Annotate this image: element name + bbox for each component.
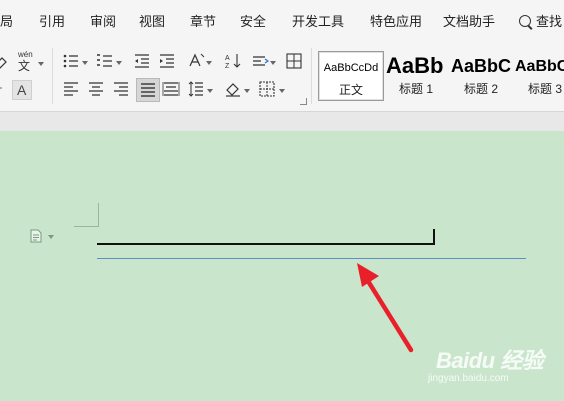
ribbon-separator [52,48,53,104]
tab-references[interactable]: 引用 [39,14,65,30]
numbered-list-caret[interactable] [116,61,122,65]
bullet-list-caret[interactable] [82,61,88,65]
increase-indent-icon[interactable] [158,52,176,70]
border-caret[interactable] [279,89,285,93]
justify-button[interactable] [136,78,160,102]
style-heading-3-name: 标题 3 [528,82,563,96]
style-normal-sample: AaBbCcDd [323,62,379,74]
bullet-list-icon[interactable] [62,52,80,70]
watermark-brand: Baidu 经验 [436,348,544,373]
text-direction-icon[interactable] [187,52,205,70]
align-center-icon[interactable] [87,80,105,98]
phonetic-char-label: 文 [18,59,31,73]
line-spacing-icon[interactable] [187,80,205,98]
ribbon: 布局 引用 审阅 视图 章节 安全 开发工具 特色应用 文档助手 查找 wén … [0,0,564,111]
border-icon[interactable] [258,80,276,98]
baidu-watermark: Baidu 经验 jingyan.baidu.com [428,343,548,388]
style-normal[interactable]: AaBbCcDd 正文 [318,51,384,101]
tab-security[interactable]: 安全 [240,14,266,30]
justify-icon [141,83,155,97]
sort-az-icon[interactable]: AZ [224,52,242,70]
style-heading-1[interactable]: AaBb 标题 1 [384,51,448,99]
phonetic-guide-button[interactable]: wén 文 [16,50,36,73]
style-heading-2-name: 标题 2 [463,82,498,96]
numbered-list-icon[interactable] [96,52,114,70]
tab-search[interactable]: 查找 [536,14,562,30]
margin-corner-mark [74,203,99,227]
decrease-indent-icon[interactable] [133,52,151,70]
font-color-dropdown-icon[interactable] [0,80,12,98]
paragraph-spacing-caret[interactable] [270,61,276,65]
align-left-icon[interactable] [62,80,80,98]
underline-rule [97,243,435,245]
style-normal-name: 正文 [338,83,363,97]
tab-special[interactable]: 特色应用 [370,14,422,30]
text-direction-caret[interactable] [206,61,212,65]
tab-layout[interactable]: 布局 [0,14,13,30]
style-heading-2-sample: AaBbC [451,56,512,76]
ruler-area [0,111,564,132]
paragraph-spacing-icon[interactable] [251,52,269,70]
paragraph-layout-caret[interactable] [48,235,54,239]
search-icon[interactable] [519,15,531,27]
tab-sections[interactable]: 章节 [190,14,216,30]
table-icon[interactable] [285,52,303,70]
tab-doc-assistant[interactable]: 文档助手 [443,14,495,30]
ribbon-tabs: 布局 引用 审阅 视图 章节 安全 开发工具 特色应用 文档助手 查找 [0,0,564,40]
char-shading-button[interactable]: A [12,80,32,100]
style-heading-3-sample: AaBbC [515,58,564,75]
line-spacing-caret[interactable] [207,89,213,93]
style-heading-3[interactable]: AaBbC 标题 3 [514,51,564,99]
align-right-icon[interactable] [112,80,130,98]
tab-review[interactable]: 审阅 [90,14,116,30]
style-heading-1-sample: AaBb [386,53,444,78]
ribbon-separator [311,48,312,104]
phonetic-dropdown-caret[interactable] [38,62,44,66]
clear-format-icon[interactable] [0,52,12,70]
distributed-align-icon[interactable] [162,80,180,98]
underline-rule-end [433,229,435,245]
svg-text:Z: Z [225,63,230,70]
svg-text:A: A [225,55,230,62]
paragraph-layout-icon[interactable] [30,229,42,243]
horizontal-rule-line[interactable] [97,258,526,259]
shading-icon[interactable] [224,80,242,98]
watermark-url: jingyan.baidu.com [428,373,509,384]
shading-caret[interactable] [244,89,250,93]
style-heading-1-name: 标题 1 [398,82,433,96]
paragraph-dialog-launcher[interactable] [300,98,307,105]
tab-developer[interactable]: 开发工具 [292,14,344,30]
char-shading-label: A [17,82,27,98]
tab-view[interactable]: 视图 [139,14,165,30]
style-heading-2[interactable]: AaBbC 标题 2 [450,51,512,99]
